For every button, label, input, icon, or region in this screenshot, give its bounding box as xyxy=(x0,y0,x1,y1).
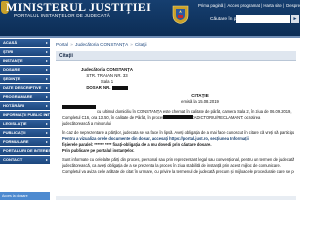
sidebar-item-forms[interactable]: FORMULARE xyxy=(0,138,50,146)
sidebar-item-news[interactable]: ȘTIRI xyxy=(0,48,50,56)
breadcrumb-court[interactable]: Judecătoria CONSTANȚA xyxy=(75,42,128,47)
citation-paragraph: cu ultimul domiciliu în CONSTANȚA este c… xyxy=(97,109,292,114)
breadcrumb: Portal » Judecătoria CONSTANȚA » Citaţii xyxy=(56,42,147,47)
sidebar-menu: ACASĂ ȘTIRI INSTANȚE DOSARE ȘEDINȚE DATE… xyxy=(0,38,50,200)
citation-paragraph: Prin publicare pe portalul instanțelor. xyxy=(62,148,135,153)
sidebar-item-scheduling[interactable]: PROGRAMARE xyxy=(0,93,50,101)
search-button[interactable]: ► xyxy=(291,15,299,23)
sidebar-item-publications[interactable]: PUBLICAȚII xyxy=(0,129,50,137)
top-link-help[interactable]: Ajutor xyxy=(304,3,315,8)
citation-paragraph: Completul va aviza cele arătate de citat… xyxy=(62,169,294,174)
court-name: Judecătoria CONSTANȚA xyxy=(81,67,133,72)
court-address: STR. TRAIAN NR. 33 xyxy=(86,73,128,78)
file-number-label: DOSAR NR. xyxy=(86,85,111,90)
sidebar-item-courts[interactable]: INSTANȚE xyxy=(0,57,50,65)
sidebar-item-contact[interactable]: CONTACT xyxy=(0,156,50,164)
citation-paragraph: judecătorească a minorului xyxy=(62,121,111,126)
sidebar-item-descriptive[interactable]: DATE DESCRIPTIVE xyxy=(0,84,50,92)
citation-paragraph: Sunt informate cu celelalte părți din pr… xyxy=(62,157,294,162)
coat-of-arms-icon xyxy=(172,5,189,24)
sidebar-item-public-info[interactable]: INFORMAȚII PUBLIC INTERES xyxy=(0,111,50,119)
sidebar-item-portals[interactable]: PORTALURI DE INTERES PUBLIC xyxy=(0,147,50,155)
breadcrumb-separator: » xyxy=(70,42,73,47)
top-link-access[interactable]: Acces programat | Harta site xyxy=(227,3,281,8)
breadcrumb-current: Citaţii xyxy=(135,42,147,47)
sidebar-banner[interactable]: Acces la dosare xyxy=(0,192,50,200)
citation-date: emisă la 15.08.2019 xyxy=(181,99,219,104)
breadcrumb-portal[interactable]: Portal xyxy=(56,42,68,47)
redaction xyxy=(163,115,193,119)
portal-link[interactable]: Pentru a vizualiza orele documente din d… xyxy=(62,136,249,141)
citation-title: CITAȚIE xyxy=(191,93,209,98)
sidebar-item-files[interactable]: DOSARE xyxy=(0,66,50,74)
breadcrumb-separator: » xyxy=(130,42,133,47)
top-links: Prima pagină| Acces programat | Harta si… xyxy=(198,3,316,8)
sidebar-item-hearings[interactable]: ȘEDINȚE xyxy=(0,75,50,83)
citation-paragraph: fișierele paralel: ****** **** fixați-ob… xyxy=(62,142,212,147)
citation-paragraph: judecătorească, ca aveți obligația de a … xyxy=(62,163,281,168)
citation-paragraph: Pentru a vizualiza orele documente din d… xyxy=(62,136,294,141)
room: Sala 1 xyxy=(100,79,114,84)
sidebar-item-rulings[interactable]: HOTĂRÂRI xyxy=(0,102,50,110)
content-footer xyxy=(56,196,296,200)
top-link-home[interactable]: Prima pagină xyxy=(198,3,223,8)
sidebar-item-legislation[interactable]: LEGISLAȚIE xyxy=(0,120,50,128)
site-header: MINISTERUL JUSTIȚIEI PORTALUL INSTANȚELO… xyxy=(0,0,315,36)
file-number: DOSAR NR. xyxy=(62,85,152,90)
section-title: Citaţii xyxy=(56,51,296,61)
redaction xyxy=(111,85,128,90)
top-link-about[interactable]: Despre xyxy=(286,3,300,8)
site-subtitle: PORTALUL INSTANȚELOR DE JUDECATĂ xyxy=(14,13,110,18)
redaction xyxy=(62,105,96,109)
sidebar-item-home[interactable]: ACASĂ xyxy=(0,39,50,47)
search-input[interactable] xyxy=(236,15,290,23)
citation-paragraph: În caz de neprezentare a părților, judec… xyxy=(62,130,294,135)
